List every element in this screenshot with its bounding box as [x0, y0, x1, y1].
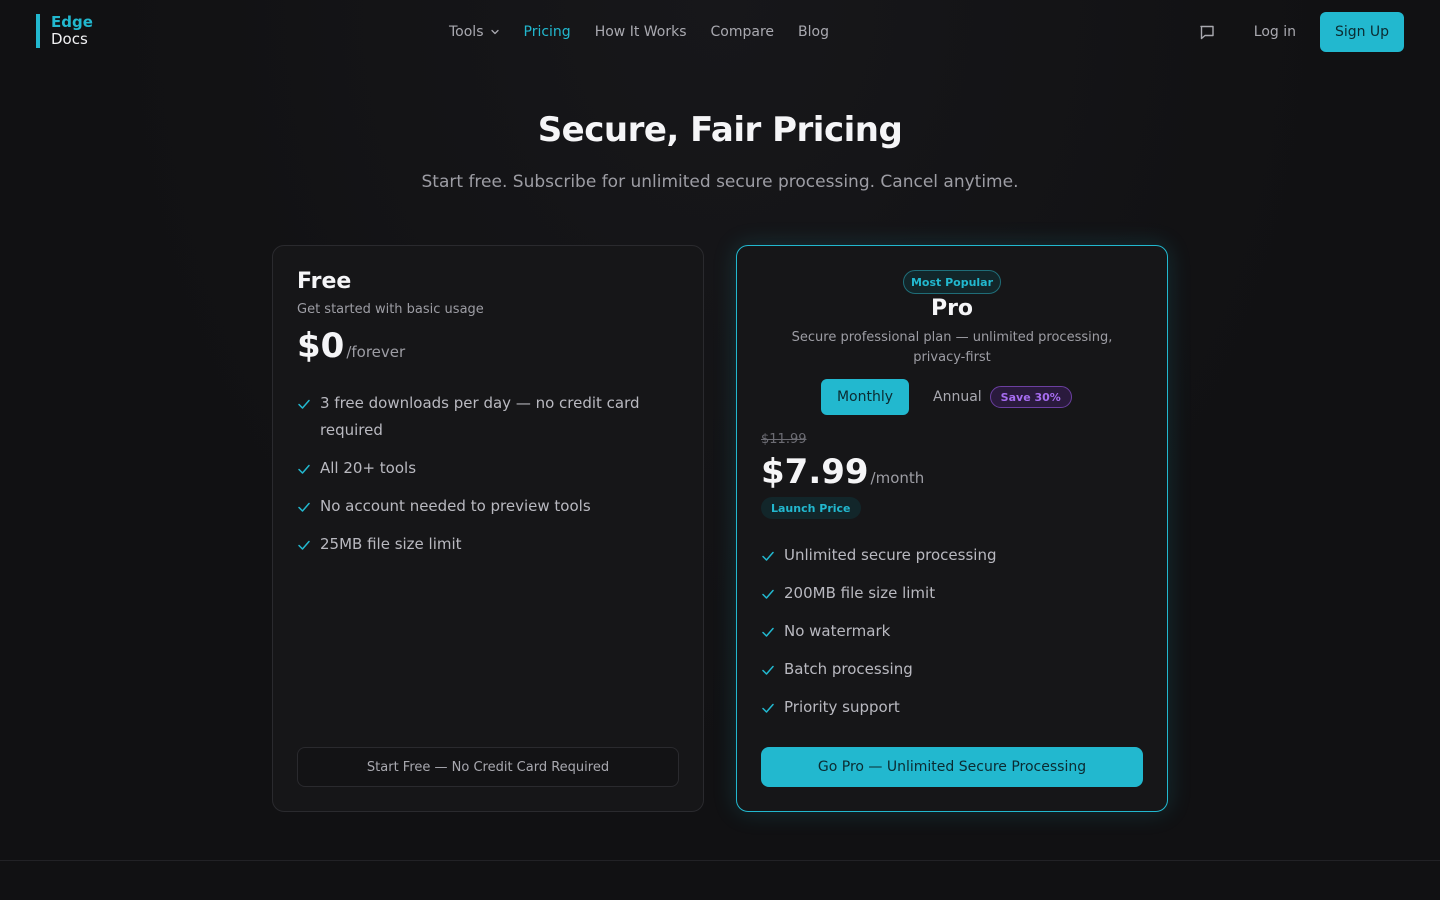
- chevron-down-icon: [490, 29, 499, 35]
- feature-item: All 20+ tools: [297, 455, 677, 482]
- logo-line-2: Docs: [51, 30, 88, 48]
- save-badge: Save 30%: [989, 386, 1072, 408]
- launch-price-badge: Launch Price: [761, 497, 861, 519]
- feature-text: 200MB file size limit: [784, 584, 936, 602]
- original-price: $11.99: [761, 432, 807, 447]
- check-icon: [298, 464, 310, 474]
- check-icon: [762, 551, 774, 561]
- main-nav: Tools Pricing How It Works Compare Blog: [449, 0, 829, 64]
- nav-item-compare[interactable]: Compare: [711, 24, 775, 40]
- feature-text: Priority support: [784, 698, 900, 716]
- plan-price: $7.99 /month: [761, 452, 924, 492]
- feature-text: No account needed to preview tools: [320, 497, 591, 515]
- message-square-icon[interactable]: [1198, 23, 1216, 41]
- feature-text: 3 free downloads per day — no credit car…: [320, 394, 640, 439]
- price-period: /forever: [346, 343, 406, 361]
- plan-name: Pro: [930, 296, 974, 321]
- nav-item-how-it-works[interactable]: How It Works: [595, 24, 687, 40]
- plan-price: $0 /forever: [297, 326, 405, 366]
- feature-item: 200MB file size limit: [761, 580, 1141, 607]
- top-navigation-bar: Edge Docs Tools Pricing How It Works Com…: [0, 0, 1440, 64]
- feature-item: Batch processing: [761, 656, 1141, 683]
- feature-list: Unlimited secure processing 200MB file s…: [761, 542, 1141, 732]
- feature-item: 3 free downloads per day — no credit car…: [297, 390, 677, 444]
- plan-description: Secure professional plan — unlimited pro…: [791, 330, 1113, 365]
- check-icon: [298, 502, 310, 512]
- check-icon: [298, 540, 310, 550]
- plan-description: Get started with basic usage: [297, 302, 484, 317]
- page-title: Secure, Fair Pricing: [537, 110, 903, 150]
- feature-text: Batch processing: [784, 660, 913, 678]
- feature-text: Unlimited secure processing: [784, 546, 997, 564]
- feature-item: No watermark: [761, 618, 1141, 645]
- go-pro-button[interactable]: Go Pro — Unlimited Secure Processing: [761, 747, 1143, 787]
- nav-item-pricing[interactable]: Pricing: [524, 24, 571, 40]
- nav-item-tools[interactable]: Tools: [449, 24, 500, 40]
- check-icon: [762, 589, 774, 599]
- feature-text: No watermark: [784, 622, 891, 640]
- footer-divider: [0, 860, 1440, 861]
- plan-name: Free: [297, 269, 352, 294]
- most-popular-badge: Most Popular: [903, 270, 1001, 294]
- signup-button[interactable]: Sign Up: [1320, 12, 1404, 52]
- billing-toggle: Monthly Annual Save 30%: [821, 379, 1072, 415]
- feature-list: 3 free downloads per day — no credit car…: [297, 390, 677, 569]
- feature-text: 25MB file size limit: [320, 535, 462, 553]
- pro-plan-card: Most Popular Pro Secure professional pla…: [736, 245, 1168, 812]
- feature-item: No account needed to preview tools: [297, 493, 677, 520]
- price-period: /month: [870, 469, 925, 487]
- feature-item: 25MB file size limit: [297, 531, 677, 558]
- check-icon: [762, 627, 774, 637]
- free-plan-card: Free Get started with basic usage $0 /fo…: [272, 245, 704, 812]
- check-icon: [762, 703, 774, 713]
- header-actions: Log in Sign Up: [1198, 12, 1404, 52]
- billing-annual-option[interactable]: Annual: [933, 389, 982, 405]
- nav-item-blog[interactable]: Blog: [798, 24, 829, 40]
- price-amount: $0: [297, 326, 345, 366]
- start-free-button[interactable]: Start Free — No Credit Card Required: [297, 747, 679, 787]
- feature-item: Unlimited secure processing: [761, 542, 1141, 569]
- page-subtitle: Start free. Subscribe for unlimited secu…: [421, 172, 1019, 192]
- login-link[interactable]: Log in: [1254, 24, 1296, 40]
- price-amount: $7.99: [761, 452, 869, 492]
- billing-monthly-button[interactable]: Monthly: [821, 379, 909, 415]
- feature-text: All 20+ tools: [320, 459, 417, 477]
- nav-item-tools-label: Tools: [449, 24, 484, 40]
- edge-docs-logo[interactable]: Edge Docs: [36, 14, 93, 48]
- feature-item: Priority support: [761, 694, 1141, 721]
- check-icon: [762, 665, 774, 675]
- logo-line-1: Edge: [51, 13, 93, 31]
- check-icon: [298, 399, 310, 409]
